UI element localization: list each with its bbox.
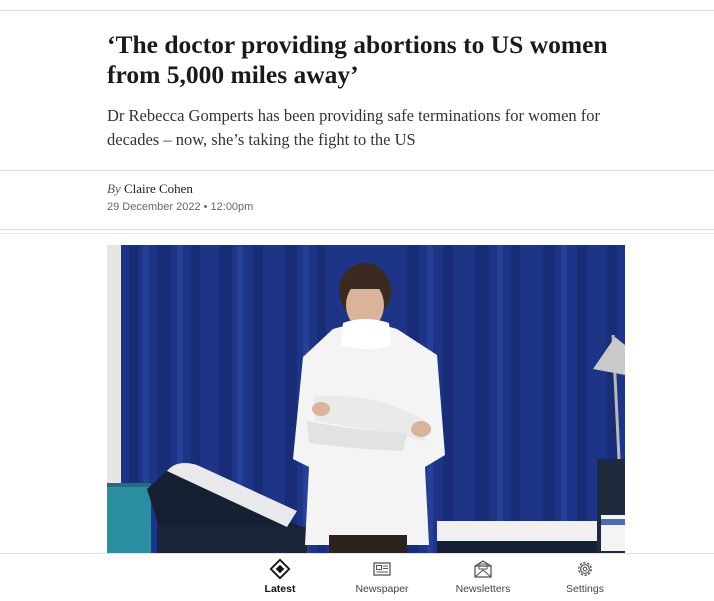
- divider: [0, 233, 714, 234]
- top-divider: [0, 10, 714, 11]
- nav-settings-label: Settings: [566, 583, 604, 595]
- publish-date: 29 December 2022 • 12:00pm: [107, 201, 254, 213]
- nav-latest[interactable]: Latest: [235, 558, 325, 595]
- byline: By Claire Cohen: [107, 181, 193, 197]
- nav-settings[interactable]: Settings: [540, 558, 630, 595]
- divider: [0, 229, 714, 230]
- nav-newspaper-label: Newspaper: [355, 583, 409, 595]
- bottom-navigation: Latest Newspaper Newsletters Settings: [0, 553, 714, 601]
- nav-newsletters[interactable]: Newsletters: [438, 558, 528, 595]
- article-lead-image: [107, 245, 625, 553]
- newspaper-icon: [373, 562, 391, 576]
- nav-newsletters-label: Newsletters: [455, 583, 511, 595]
- article-headline: ‘The doctor providing abortions to US wo…: [107, 30, 608, 89]
- nav-latest-label: Latest: [264, 583, 296, 595]
- gear-icon: [578, 562, 592, 576]
- divider: [0, 170, 714, 171]
- byline-prefix: By: [107, 181, 121, 196]
- nav-newspaper[interactable]: Newspaper: [337, 558, 427, 595]
- article-standfirst: Dr Rebecca Gomperts has been providing s…: [107, 106, 601, 149]
- diamond-icon: [269, 558, 291, 580]
- author-link[interactable]: Claire Cohen: [124, 181, 193, 196]
- envelope-icon: [474, 560, 492, 578]
